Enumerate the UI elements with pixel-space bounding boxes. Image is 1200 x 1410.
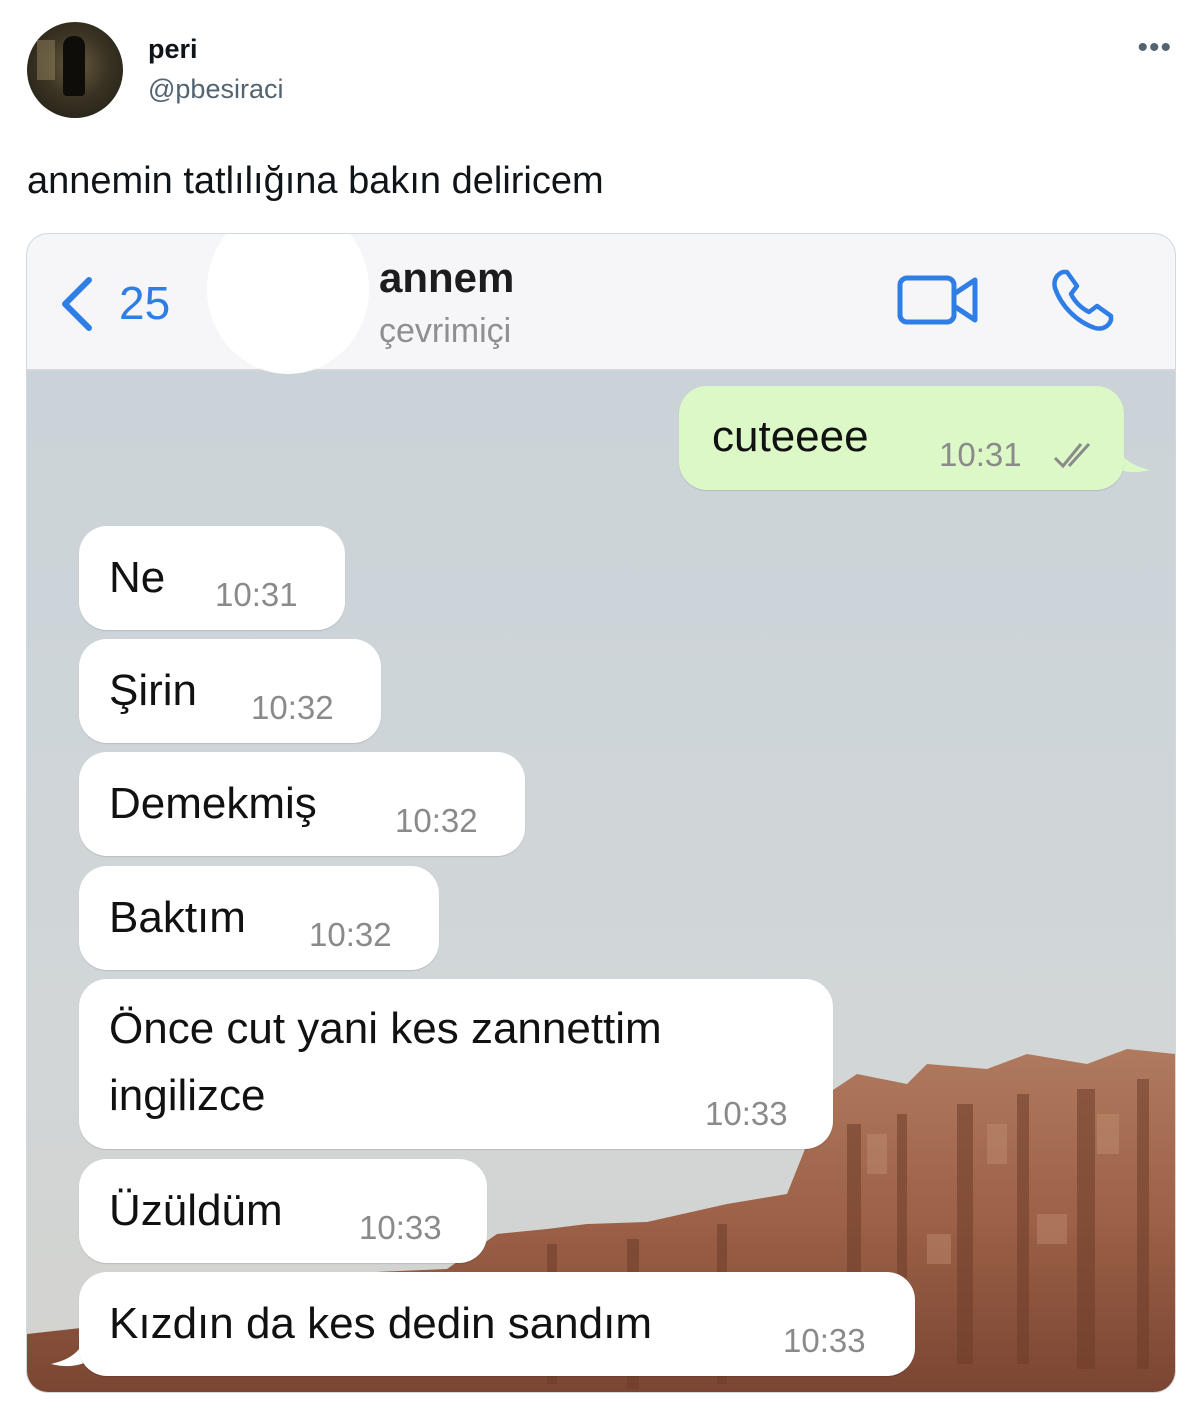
message-text: Üzüldüm <box>109 1186 283 1235</box>
double-check-icon <box>1053 442 1091 469</box>
tweet-text: annemin tatlılığına bakın deliricem <box>27 160 604 202</box>
chat-header: 25 annem çevrimiçi <box>27 234 1175 374</box>
avatar-photo-window <box>37 40 55 80</box>
tweet-media-screenshot[interactable]: 25 annem çevrimiçi cuteeee 10:31 Ne 10:3… <box>26 233 1176 1393</box>
message-time: 10:32 <box>395 802 478 839</box>
video-camera-icon[interactable] <box>897 272 979 328</box>
message-bubble-outgoing[interactable]: cuteeee 10:31 <box>679 386 1124 490</box>
more-horizontal-icon[interactable]: ••• <box>1137 33 1172 63</box>
message-text: Baktım <box>109 893 246 942</box>
message-bubble-incoming[interactable]: Baktım 10:32 <box>79 866 439 970</box>
message-text: Demekmiş <box>109 779 317 828</box>
chevron-left-icon[interactable] <box>57 274 97 334</box>
message-text: Şirin <box>109 666 198 715</box>
message-time: 10:31 <box>939 436 1022 473</box>
message-time: 10:33 <box>783 1322 866 1359</box>
message-bubble-incoming[interactable]: Önce cut yani kes zannettim ingilizce 10… <box>79 979 833 1149</box>
message-time: 10:31 <box>215 576 298 613</box>
message-bubble-incoming[interactable]: Kızdın da kes dedin sandım 10:33 <box>79 1272 915 1376</box>
message-time: 10:33 <box>359 1209 442 1246</box>
user-handle[interactable]: @pbesiraci <box>148 74 283 105</box>
avatar[interactable] <box>27 22 123 118</box>
avatar-photo-figure <box>63 36 85 96</box>
message-bubble-incoming[interactable]: Demekmiş 10:32 <box>79 752 525 856</box>
contact-status: çevrimiçi <box>379 312 512 350</box>
contact-avatar[interactable] <box>207 234 369 374</box>
contact-name[interactable]: annem <box>379 254 514 302</box>
message-time: 10:33 <box>705 1095 788 1132</box>
message-text: cuteeee <box>712 412 869 461</box>
display-name[interactable]: peri <box>148 34 198 65</box>
message-time: 10:32 <box>251 689 334 726</box>
message-time: 10:32 <box>309 916 392 953</box>
message-text: Ne <box>109 553 166 602</box>
phone-icon[interactable] <box>1049 268 1115 334</box>
message-bubble-incoming[interactable]: Üzüldüm 10:33 <box>79 1159 487 1263</box>
message-bubble-incoming[interactable]: Ne 10:31 <box>79 526 345 630</box>
message-text: Kızdın da kes dedin sandım <box>109 1299 652 1348</box>
back-unread-count[interactable]: 25 <box>119 276 170 330</box>
message-text: Önce cut yani kes zannettim ingilizce <box>109 1004 662 1120</box>
message-bubble-incoming[interactable]: Şirin 10:32 <box>79 639 381 743</box>
